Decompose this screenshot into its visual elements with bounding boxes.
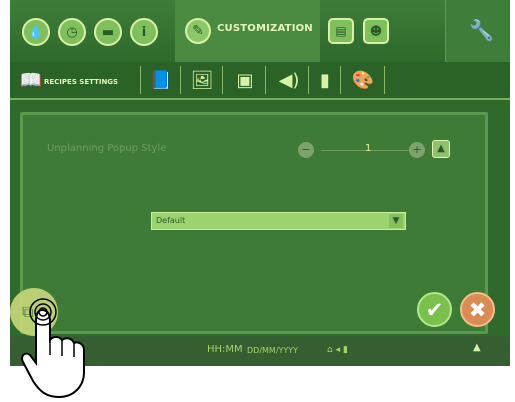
phone-icon[interactable]: ▮ (314, 68, 336, 92)
tab-customization-label: CUSTOMIZATION (217, 23, 313, 34)
status-icons: ⌂ ◂ ▮ (327, 345, 348, 355)
sub-tab-bar: 📖 RECIPES SETTINGS 📘 🖼 ▣ ◀) ▮ 🎨 (10, 62, 510, 100)
book-open-icon[interactable]: 📘 (145, 68, 177, 92)
folder-icon[interactable]: ▬ (94, 18, 122, 46)
cancel-button[interactable]: ✖ (460, 292, 495, 327)
decrease-button[interactable]: − (298, 142, 314, 158)
book-icon[interactable]: 📖 (16, 68, 46, 92)
water-drop-icon[interactable]: 💧 (22, 18, 50, 46)
setting-label: Unplanning Popup Style (47, 143, 167, 154)
time-display: HH:MM (207, 344, 243, 355)
divider (308, 66, 309, 94)
divider (222, 66, 223, 94)
date-display: DD/MM/YYYY (247, 346, 299, 355)
document-icon[interactable]: ▤ (328, 18, 354, 44)
confirm-button[interactable]: ✔ (417, 292, 452, 327)
info-icon[interactable]: i (130, 18, 158, 46)
expand-up-icon[interactable]: ▲ (473, 342, 481, 353)
settings-tab[interactable]: 🔧 (445, 0, 510, 62)
divider (340, 66, 341, 94)
image-icon[interactable]: 🖼 (185, 68, 219, 92)
preview-image-button[interactable]: ▲ (432, 140, 450, 158)
pencil-icon: ✎ (185, 18, 211, 44)
divider (384, 66, 385, 94)
tab-customization[interactable]: ✎ CUSTOMIZATION (175, 0, 320, 62)
user-icon[interactable]: ☻ (363, 18, 389, 44)
dropdown-value: Default (156, 216, 186, 225)
stepper-value: 1 (365, 143, 372, 154)
speaker-icon[interactable]: ◀) (272, 68, 306, 92)
divider (180, 66, 181, 94)
chevron-down-icon[interactable]: ▼ (389, 214, 403, 228)
top-tab-bar: 💧 ◷ ▬ i ✎ CUSTOMIZATION ▤ ☻ 🔧 (10, 0, 510, 62)
screen-icon[interactable]: ▣ (228, 68, 262, 92)
divider (140, 66, 141, 94)
subtab-recipes-settings-label[interactable]: RECIPES SETTINGS (44, 78, 118, 86)
wrench-icon: 🔧 (469, 18, 494, 42)
divider (265, 66, 266, 94)
palette-icon[interactable]: 🎨 (346, 68, 380, 92)
increase-button[interactable]: + (409, 142, 425, 158)
hand-pointer-icon (21, 298, 85, 399)
style-dropdown[interactable]: Default ▼ (151, 212, 406, 230)
clock-icon[interactable]: ◷ (58, 18, 86, 46)
